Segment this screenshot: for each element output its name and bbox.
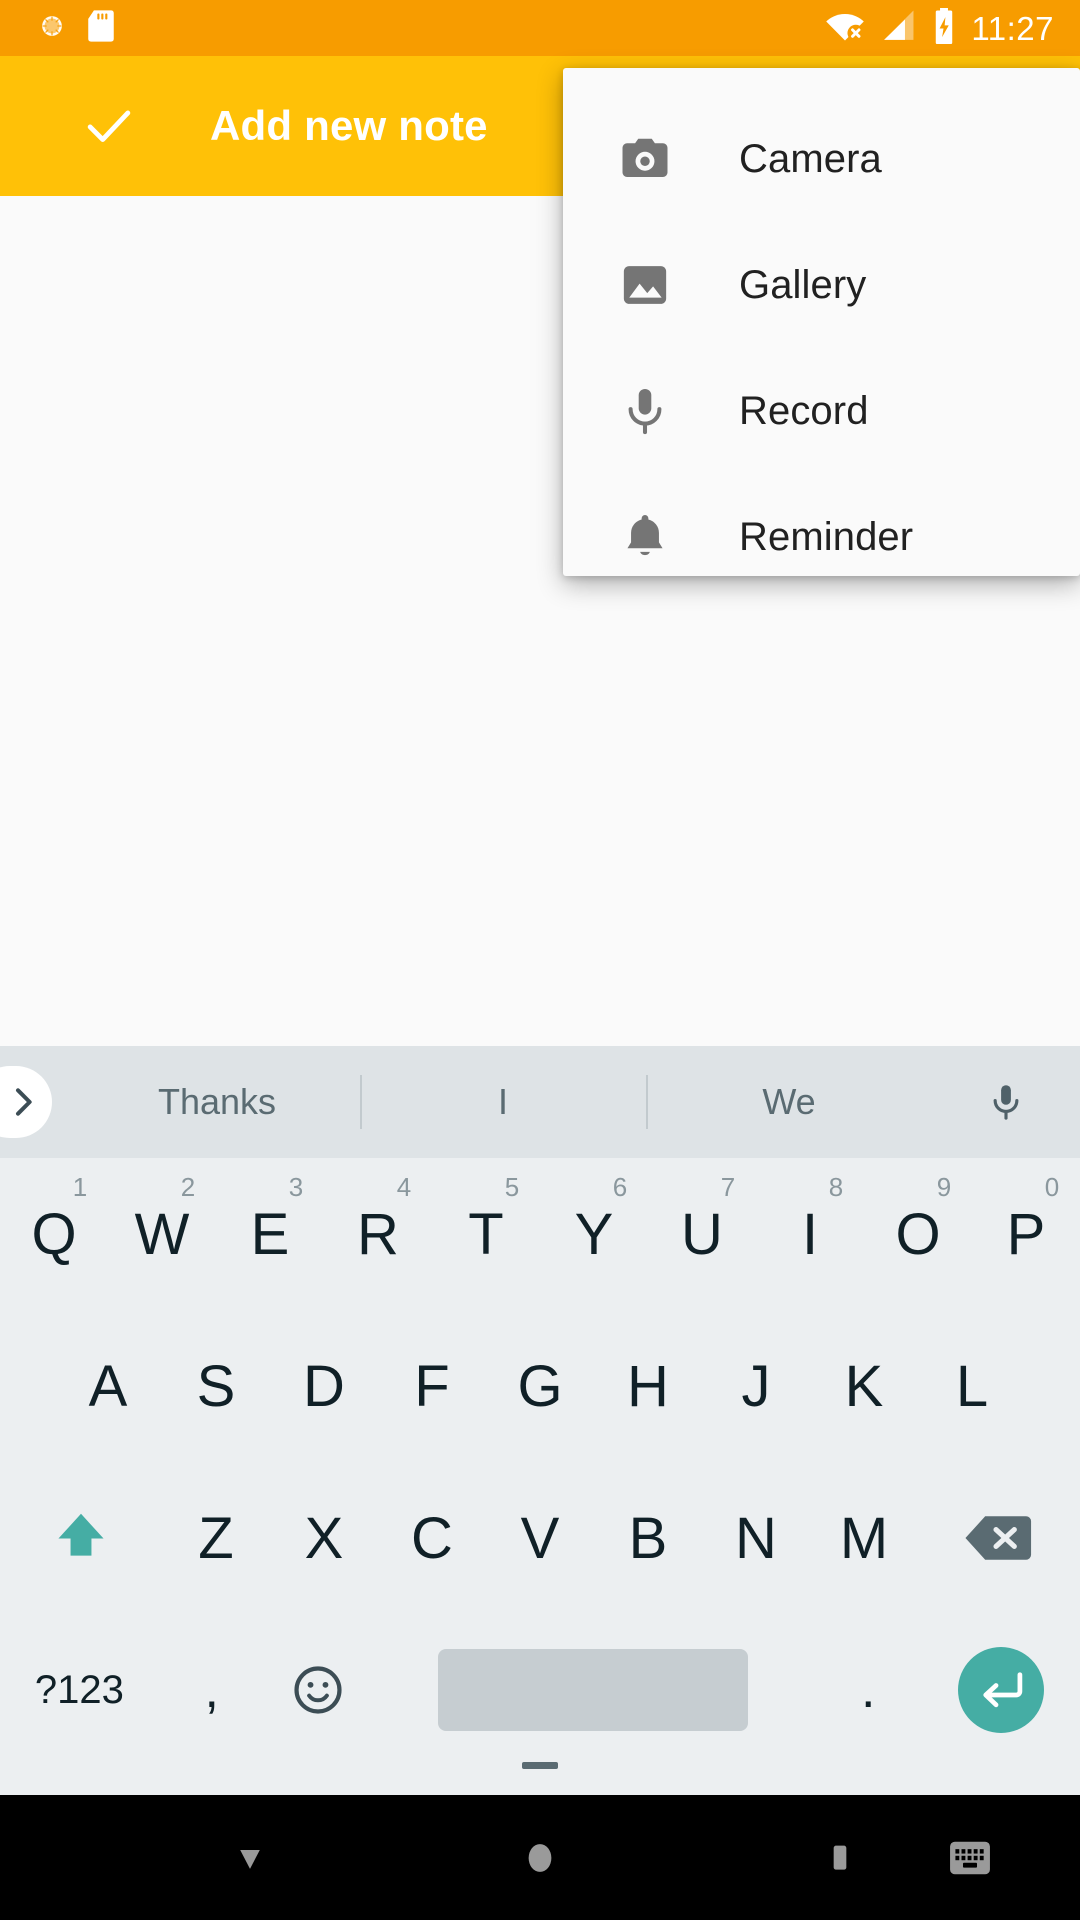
suggestion-bar: Thanks I We (0, 1046, 1080, 1158)
image-icon (617, 257, 673, 313)
key-num-label: 4 (396, 1172, 412, 1202)
key-s[interactable]: S (162, 1310, 270, 1462)
key-z[interactable]: Z (162, 1462, 270, 1614)
emoji-smiley-icon[interactable] (265, 1614, 371, 1766)
key-i[interactable]: 8 I (756, 1158, 864, 1310)
key-x[interactable]: X (270, 1462, 378, 1614)
key-symbols-toggle[interactable]: ?123 (0, 1614, 159, 1766)
suggestion-item[interactable]: Thanks (74, 1081, 360, 1123)
key-o[interactable]: 9 O (864, 1158, 972, 1310)
key-num-label: 6 (612, 1172, 628, 1202)
key-j[interactable]: J (702, 1310, 810, 1462)
recents-square-icon[interactable] (790, 1795, 890, 1920)
key-e[interactable]: 3 E (216, 1158, 324, 1310)
key-num-label: 7 (720, 1172, 736, 1202)
home-circle-icon[interactable] (490, 1795, 590, 1920)
key-w[interactable]: 2 W (108, 1158, 216, 1310)
key-d[interactable]: D (270, 1310, 378, 1462)
key-label: W (134, 1201, 190, 1267)
check-icon[interactable] (80, 97, 138, 155)
status-bar-left-icons (0, 9, 116, 48)
keyboard-icon[interactable] (920, 1795, 1020, 1920)
key-label: I (801, 1201, 819, 1267)
key-m[interactable]: M (810, 1462, 918, 1614)
key-l[interactable]: L (918, 1310, 1026, 1462)
menu-item-gallery[interactable]: Gallery (563, 222, 1080, 348)
key-g[interactable]: G (486, 1310, 594, 1462)
key-r[interactable]: 4 R (324, 1158, 432, 1310)
key-label: T (468, 1201, 504, 1267)
menu-item-record[interactable]: Record (563, 348, 1080, 474)
key-num-label: 2 (180, 1172, 196, 1202)
key-t[interactable]: 5 T (432, 1158, 540, 1310)
backspace-icon[interactable] (918, 1509, 1080, 1567)
key-period[interactable]: . (815, 1614, 921, 1766)
space-bar-indicator (437, 1649, 748, 1731)
keyboard-row-1: 1 Q 2 W 3 E 4 R 5 T 6 Y 7 U 8 I 9 O 0 P (0, 1158, 1080, 1310)
page-title: Add new note (210, 102, 488, 149)
key-c[interactable]: C (378, 1462, 486, 1614)
sd-card-icon (86, 9, 116, 48)
microphone-icon[interactable] (932, 1077, 1080, 1127)
key-num-label: 1 (72, 1172, 88, 1202)
key-v[interactable]: V (486, 1462, 594, 1614)
key-num-label: 5 (504, 1172, 520, 1202)
menu-item-label: Camera (739, 136, 882, 181)
key-y[interactable]: 6 Y (540, 1158, 648, 1310)
caps-lock-indicator (522, 1762, 558, 1769)
key-comma[interactable]: , (159, 1614, 265, 1766)
bell-icon (617, 509, 673, 565)
key-label: E (250, 1201, 290, 1267)
suggestion-list: Thanks I We (74, 1046, 932, 1158)
key-label: P (1006, 1201, 1046, 1267)
key-label: R (357, 1201, 399, 1267)
keyboard-row-2: A S D F G H J K L (0, 1310, 1080, 1462)
key-n[interactable]: N (702, 1462, 810, 1614)
key-num-label: 9 (936, 1172, 952, 1202)
menu-item-label: Record (739, 388, 869, 433)
phone-screen: 11:27 Add new note Camera Gallery Record… (0, 0, 1080, 1920)
wifi-no-internet-icon (825, 9, 865, 48)
suggestion-item[interactable]: I (360, 1081, 646, 1123)
key-label: U (681, 1201, 723, 1267)
key-label: Y (574, 1201, 614, 1267)
key-label: Q (31, 1201, 77, 1267)
chevron-right-icon[interactable] (0, 1066, 52, 1138)
key-num-label: 8 (828, 1172, 844, 1202)
keyboard-row-3: Z X C V B N M (0, 1462, 1080, 1769)
status-bar-clock: 11:27 (971, 9, 1054, 47)
on-screen-keyboard: Thanks I We 1 Q 2 W 3 E 4 R 5 T 6 Y 7 U … (0, 1046, 1080, 1795)
key-h[interactable]: H (594, 1310, 702, 1462)
menu-item-label: Gallery (739, 262, 867, 307)
key-f[interactable]: F (378, 1310, 486, 1462)
camera-icon (617, 131, 673, 187)
key-space[interactable] (371, 1614, 816, 1766)
key-k[interactable]: K (810, 1310, 918, 1462)
brightness-sun-icon (36, 10, 68, 47)
key-u[interactable]: 7 U (648, 1158, 756, 1310)
key-p[interactable]: 0 P (972, 1158, 1080, 1310)
attachment-popup-menu: Camera Gallery Record Reminder (563, 68, 1080, 576)
suggestion-item[interactable]: We (646, 1081, 932, 1123)
back-down-triangle-icon[interactable] (200, 1795, 300, 1920)
status-bar: 11:27 (0, 0, 1080, 56)
enter-return-icon (957, 1647, 1044, 1733)
keyboard-row-4: ?123 , . (0, 1614, 1080, 1766)
key-enter[interactable] (921, 1647, 1080, 1733)
menu-item-label: Reminder (739, 514, 914, 559)
key-label: O (895, 1201, 941, 1267)
key-num-label: 3 (288, 1172, 304, 1202)
key-a[interactable]: A (54, 1310, 162, 1462)
key-b[interactable]: B (594, 1462, 702, 1614)
status-bar-right-icons: 11:27 (825, 7, 1080, 50)
menu-item-reminder[interactable]: Reminder (563, 474, 1080, 600)
key-q[interactable]: 1 Q (0, 1158, 108, 1310)
shift-caps-lock-icon[interactable] (0, 1505, 558, 1769)
battery-charging-icon (931, 7, 957, 50)
navigation-bar (0, 1795, 1080, 1920)
microphone-icon (617, 383, 673, 439)
key-num-label: 0 (1044, 1172, 1060, 1202)
cellular-signal-icon (879, 9, 917, 48)
menu-item-camera[interactable]: Camera (563, 96, 1080, 222)
